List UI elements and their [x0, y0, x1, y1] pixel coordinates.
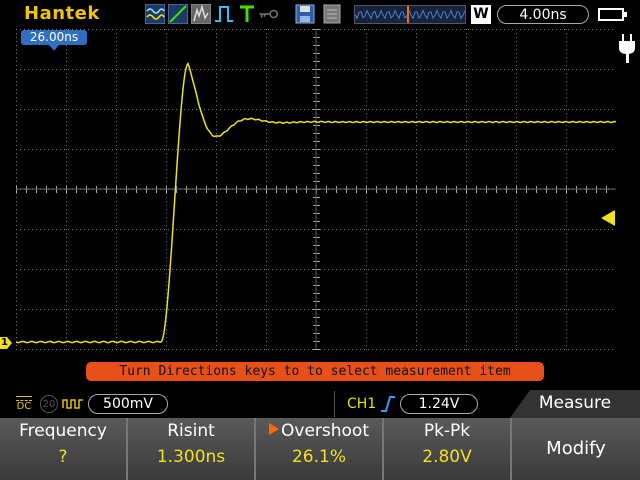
- save-disk-icon: [295, 4, 315, 24]
- battery-icon: [598, 8, 627, 21]
- measure-label: Pk-Pk: [423, 421, 471, 441]
- volts-per-div-readout[interactable]: 500mV: [88, 394, 168, 414]
- trigger-level-marker[interactable]: [601, 210, 615, 226]
- trigger-position-tag[interactable]: 26.00ns: [21, 30, 87, 45]
- measure-slot-overshoot[interactable]: Overshoot 26.1%: [256, 418, 384, 480]
- horizontal-position-bar[interactable]: [354, 5, 466, 24]
- measure-label-selected: Overshoot: [256, 421, 382, 441]
- channel1-marker-label: 1: [1, 337, 8, 348]
- dc-coupling-icon: DC: [14, 395, 34, 413]
- brand-logo: Hantek: [24, 3, 100, 24]
- selected-arrow-icon: [269, 423, 279, 435]
- graticule: [16, 29, 616, 350]
- measure-label-text: Overshoot: [281, 421, 369, 441]
- measure-label: Frequency: [19, 421, 107, 441]
- bandwidth-limit-icon: 20: [40, 395, 58, 413]
- measure-slot-risetime[interactable]: Risint 1.300ns: [128, 418, 256, 480]
- measure-value: 2.80V: [422, 447, 472, 467]
- rising-edge-icon: [381, 396, 395, 412]
- channel1-ground-marker[interactable]: 1: [0, 337, 12, 349]
- trigger-t-icon: [240, 5, 254, 22]
- coupling-label: DC: [16, 401, 32, 412]
- power-plug-icon: [619, 34, 635, 63]
- measure-value: 26.1%: [291, 447, 346, 467]
- mode-indicator: W: [471, 5, 491, 24]
- measure-slot-pkpk[interactable]: Pk-Pk 2.80V: [384, 418, 512, 480]
- measure-value: 1.300ns: [156, 447, 226, 467]
- fft-waveform-icon: [191, 4, 211, 24]
- timebase-readout[interactable]: 4.00ns: [497, 5, 589, 24]
- pulse-waveform-icon: [215, 6, 233, 22]
- measure-slot-frequency[interactable]: Frequency ?: [0, 418, 128, 480]
- document-icon: [323, 4, 341, 24]
- trigger-position-arrow-icon: [49, 45, 59, 51]
- trigger-source-label: CH1: [347, 396, 377, 412]
- ramp-waveform-icon: [168, 4, 188, 24]
- memory-waveform-preview: [355, 9, 465, 20]
- modify-button[interactable]: Modify: [512, 418, 640, 480]
- measure-value: ?: [58, 447, 68, 467]
- trigger-level-readout[interactable]: 1.24V: [400, 394, 478, 414]
- measure-label: Risint: [167, 421, 215, 441]
- menu-title-tab-corner: [510, 390, 530, 418]
- key-icon: [259, 9, 278, 19]
- waveform-display[interactable]: [16, 29, 616, 390]
- status-divider: [334, 391, 335, 417]
- math-waveform-icon: [145, 4, 165, 24]
- probe-wave-icon: [62, 399, 83, 409]
- view-position-marker: [407, 6, 409, 23]
- help-message-banner: Turn Directions keys to to select measur…: [86, 362, 544, 381]
